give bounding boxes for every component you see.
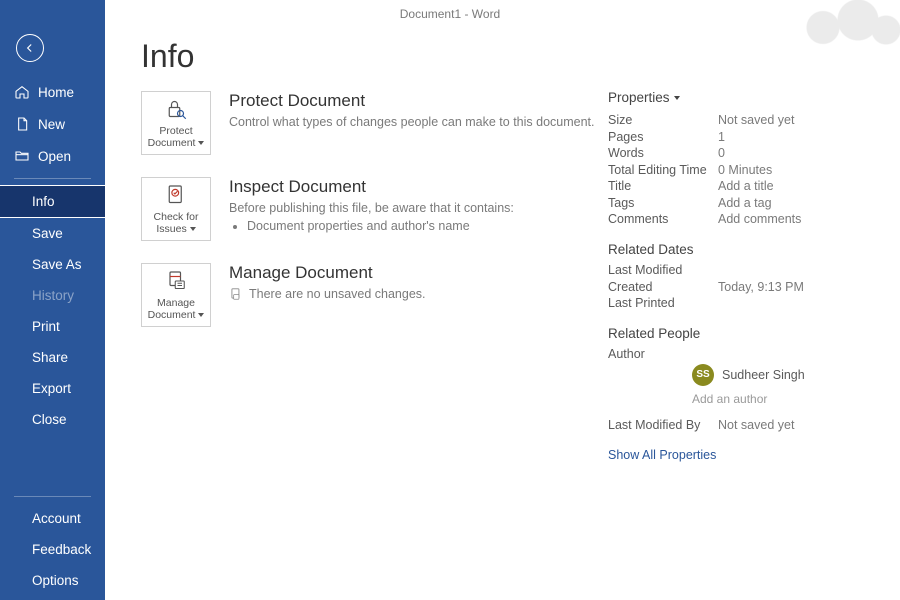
sidebar-item-label: Feedback xyxy=(32,542,91,557)
author-name: Sudheer Singh xyxy=(722,368,805,382)
manage-desc: There are no unsaved changes. xyxy=(249,287,426,301)
sidebar-item-label: Close xyxy=(32,412,67,427)
sidebar-item-label: Export xyxy=(32,381,71,396)
sidebar-item-label: Open xyxy=(38,149,71,164)
sidebar-item-feedback[interactable]: Feedback xyxy=(0,534,105,565)
chevron-down-icon xyxy=(674,96,680,100)
lock-search-icon xyxy=(163,97,189,121)
prop-words-value: 0 xyxy=(718,146,725,160)
last-modified-by-label: Last Modified By xyxy=(608,418,718,432)
add-author-link[interactable]: Add an author xyxy=(692,392,870,406)
prop-tags-label: Tags xyxy=(608,196,718,210)
prop-tet-value: 0 Minutes xyxy=(718,163,772,177)
prop-pages-value: 1 xyxy=(718,130,725,144)
sidebar-item-account[interactable]: Account xyxy=(0,503,105,534)
chevron-down-icon xyxy=(198,313,204,317)
manage-document-button[interactable]: Manage Document xyxy=(141,263,211,327)
protect-document-button[interactable]: Protect Document xyxy=(141,91,211,155)
chevron-down-icon xyxy=(198,141,204,145)
back-button[interactable] xyxy=(16,34,44,62)
sidebar-item-label: Save As xyxy=(32,257,82,272)
author-label: Author xyxy=(608,347,718,361)
related-people-heading: Related People xyxy=(608,326,870,341)
sidebar-item-info[interactable]: Info xyxy=(0,185,105,218)
prop-size-label: Size xyxy=(608,113,718,127)
prop-printed-label: Last Printed xyxy=(608,296,718,310)
last-modified-by-value: Not saved yet xyxy=(718,418,794,432)
prop-created-label: Created xyxy=(608,280,718,294)
properties-dropdown[interactable]: Properties xyxy=(608,90,870,105)
sidebar-item-label: Save xyxy=(32,226,63,241)
sidebar-item-label: History xyxy=(32,288,74,303)
properties-pane: Properties SizeNot saved yetPages1Words0… xyxy=(608,90,870,462)
sidebar-item-label: Print xyxy=(32,319,60,334)
sidebar-item-save[interactable]: Save xyxy=(0,218,105,249)
chevron-down-icon xyxy=(190,227,196,231)
sidebar-item-new[interactable]: New xyxy=(0,108,105,140)
prop-tet-label: Total Editing Time xyxy=(608,163,718,177)
inspect-heading: Inspect Document xyxy=(229,177,514,197)
author-avatar: SS xyxy=(692,364,714,386)
prop-title-label: Title xyxy=(608,179,718,193)
backstage-sidebar: Home New Open Info Save Save As History Print S… xyxy=(0,0,105,600)
sidebar-item-export[interactable]: Export xyxy=(0,373,105,404)
page-title: Info xyxy=(141,38,864,75)
check-for-issues-button[interactable]: Check for Issues xyxy=(141,177,211,241)
protect-heading: Protect Document xyxy=(229,91,595,111)
sidebar-item-label: Share xyxy=(32,350,68,365)
prop-size-value: Not saved yet xyxy=(718,113,794,127)
document-manage-icon xyxy=(163,269,189,293)
sidebar-item-history: History xyxy=(0,280,105,311)
prop-tags-value[interactable]: Add a tag xyxy=(718,196,772,210)
sidebar-item-print[interactable]: Print xyxy=(0,311,105,342)
prop-lastmod-label: Last Modified xyxy=(608,263,718,277)
inspect-issues-list: Document properties and author's name xyxy=(247,219,514,233)
prop-words-label: Words xyxy=(608,146,718,160)
prop-created-value: Today, 9:13 PM xyxy=(718,280,804,294)
inspect-desc: Before publishing this file, be aware th… xyxy=(229,201,514,215)
prop-comm-label: Comments xyxy=(608,212,718,226)
inspect-issue-item: Document properties and author's name xyxy=(247,219,514,233)
sidebar-item-label: Options xyxy=(32,573,79,588)
arrow-left-icon xyxy=(23,41,37,55)
prop-title-value[interactable]: Add a title xyxy=(718,179,774,193)
sidebar-item-share[interactable]: Share xyxy=(0,342,105,373)
author-entry[interactable]: SS Sudheer Singh xyxy=(692,364,870,386)
show-all-properties-link[interactable]: Show All Properties xyxy=(608,448,870,462)
sidebar-item-label: Info xyxy=(32,194,55,209)
protect-desc: Control what types of changes people can… xyxy=(229,115,595,129)
prop-comm-value[interactable]: Add comments xyxy=(718,212,801,226)
prop-pages-label: Pages xyxy=(608,130,718,144)
sidebar-item-saveas[interactable]: Save As xyxy=(0,249,105,280)
sidebar-item-label: New xyxy=(38,117,65,132)
sidebar-item-open[interactable]: Open xyxy=(0,140,105,172)
sidebar-item-label: Home xyxy=(38,85,74,100)
sidebar-item-label: Account xyxy=(32,511,81,526)
sidebar-item-options[interactable]: Options xyxy=(0,565,105,596)
related-dates-heading: Related Dates xyxy=(608,242,870,257)
manage-heading: Manage Document xyxy=(229,263,426,283)
document-check-icon xyxy=(163,183,189,207)
document-small-icon xyxy=(229,287,243,301)
sidebar-item-close[interactable]: Close xyxy=(0,404,105,435)
window-title: Document1 - Word xyxy=(0,0,900,28)
sidebar-item-home[interactable]: Home xyxy=(0,76,105,108)
